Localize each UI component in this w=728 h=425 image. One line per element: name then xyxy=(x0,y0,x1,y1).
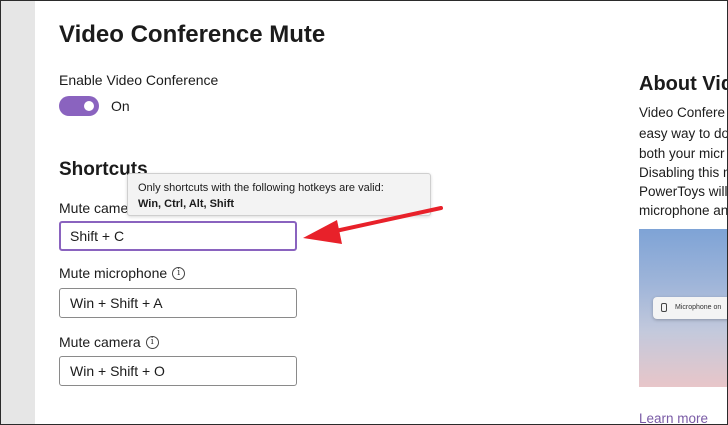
about-text-line: both your micr xyxy=(639,146,725,161)
learn-more-link[interactable]: Learn more xyxy=(639,411,708,424)
about-text-line: microphone an xyxy=(639,203,728,218)
about-text-line: Video Confere xyxy=(639,105,726,120)
about-text-line: PowerToys will xyxy=(639,184,728,199)
microphone-notification: Microphone on xyxy=(653,297,727,319)
about-image: Microphone on xyxy=(639,229,727,387)
annotation-arrow-icon xyxy=(303,206,443,244)
about-text-line: easy way to do xyxy=(639,126,728,141)
about-text-line: Disabling this m xyxy=(639,165,728,180)
about-title: About Vide xyxy=(639,73,727,95)
settings-window: Video Conference Mute Enable Video Confe… xyxy=(0,0,728,425)
microphone-icon xyxy=(661,303,667,312)
microphone-notification-text: Microphone on xyxy=(675,304,722,311)
